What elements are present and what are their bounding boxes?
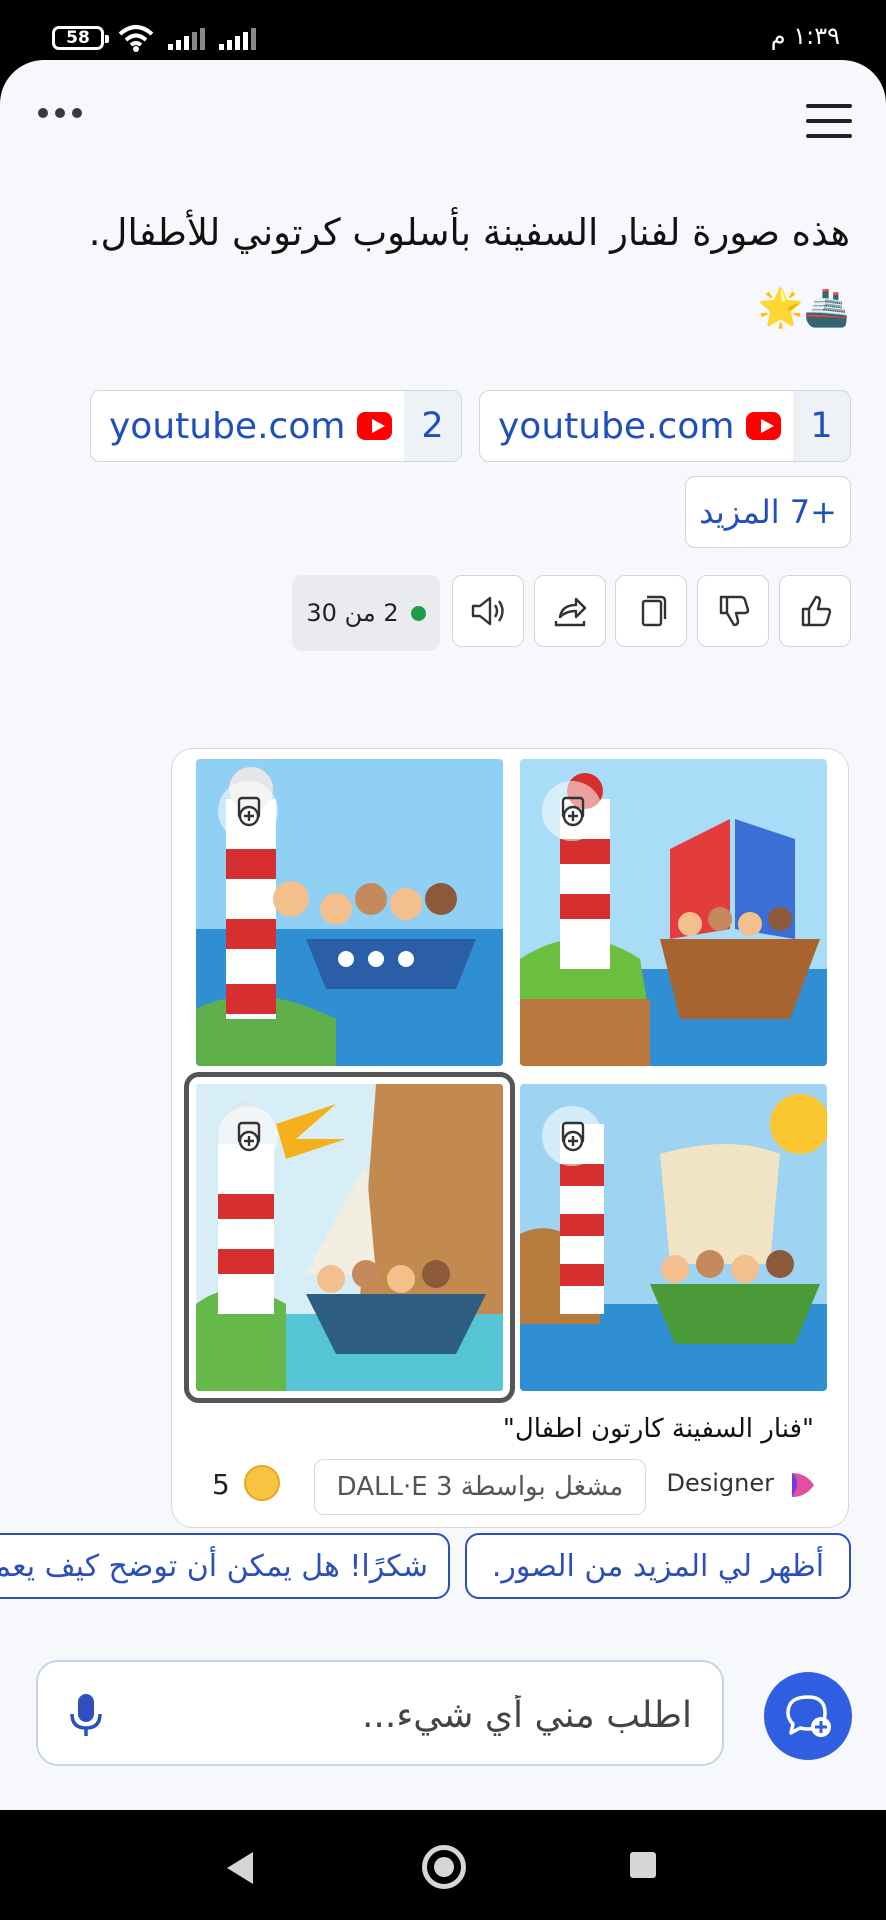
more-options-icon[interactable]	[38, 108, 82, 118]
source-number: 1	[792, 391, 850, 461]
generated-image-4[interactable]	[520, 1084, 827, 1391]
copy-icon	[641, 595, 667, 627]
source-chip-2[interactable]: 2 youtube.com	[90, 390, 462, 462]
back-icon[interactable]	[227, 1852, 253, 1884]
generated-images-card: "فنار السفينة كارتون اطفال" Designer مشغ…	[171, 748, 849, 1528]
suggestion-more-images[interactable]: أظهر لي المزيد من الصور.	[465, 1533, 851, 1599]
signal-icon-2	[219, 26, 256, 50]
boost-coin-icon	[244, 1465, 280, 1501]
generated-image-3-selected[interactable]	[184, 1072, 515, 1403]
microphone-icon[interactable]	[66, 1690, 106, 1740]
status-icons: 58	[52, 24, 256, 52]
source-chip-1[interactable]: 1 youtube.com	[479, 390, 851, 462]
add-image-icon[interactable]	[542, 1106, 602, 1166]
add-image-icon[interactable]	[542, 781, 602, 841]
youtube-icon	[357, 412, 392, 440]
share-icon	[554, 597, 587, 627]
like-button[interactable]	[779, 575, 851, 647]
status-time: ١:٣٩ م	[770, 22, 840, 50]
copy-button[interactable]	[615, 575, 687, 647]
home-icon[interactable]	[422, 1845, 466, 1889]
chat-screen: هذه صورة لفنار السفينة بأسلوب كرتوني للأ…	[0, 60, 886, 1810]
source-domain: youtube.com	[498, 405, 735, 447]
turn-counter: 2 من 30	[292, 575, 440, 651]
suggestion-explain[interactable]: شكرًا! هل يمكن أن توضح كيف يعمل	[0, 1533, 450, 1599]
source-domain: youtube.com	[109, 405, 346, 447]
generated-image-1[interactable]	[196, 759, 503, 1066]
boost-count: 5	[212, 1468, 230, 1501]
image-prompt: "فنار السفينة كارتون اطفال"	[502, 1414, 814, 1444]
dislike-button[interactable]	[697, 575, 769, 647]
powered-by-dalle-chip: مشغل بواسطة DALL·E 3	[314, 1459, 646, 1515]
more-sources-button[interactable]: +7 المزيد	[685, 476, 851, 548]
turn-counter-text: 2 من 30	[306, 599, 399, 627]
status-dot	[410, 605, 426, 621]
battery-level: 58	[66, 28, 90, 48]
message-input[interactable]	[148, 1684, 694, 1746]
designer-label: Designer	[666, 1469, 775, 1497]
hamburger-menu-icon[interactable]	[806, 104, 852, 149]
thumbs-down-icon	[719, 595, 750, 627]
battery-icon: 58	[52, 26, 109, 50]
new-chat-button[interactable]	[764, 1672, 852, 1760]
add-image-icon[interactable]	[218, 781, 278, 841]
recent-apps-icon[interactable]	[630, 1852, 656, 1878]
signal-icon	[168, 26, 205, 50]
read-aloud-button[interactable]	[452, 575, 524, 647]
system-nav-bar	[0, 1810, 886, 1920]
new-chat-icon	[786, 1695, 831, 1737]
assistant-message: هذه صورة لفنار السفينة بأسلوب كرتوني للأ…	[88, 211, 850, 329]
thumbs-up-icon	[801, 595, 832, 627]
message-composer	[36, 1660, 724, 1766]
source-number: 2	[403, 391, 461, 461]
youtube-icon	[746, 412, 781, 440]
speaker-icon	[471, 596, 504, 626]
share-button[interactable]	[534, 575, 606, 647]
wifi-icon	[118, 25, 154, 52]
designer-logo-icon	[792, 1473, 814, 1497]
add-image-icon[interactable]	[218, 1106, 278, 1166]
generated-image-2[interactable]	[520, 759, 827, 1066]
